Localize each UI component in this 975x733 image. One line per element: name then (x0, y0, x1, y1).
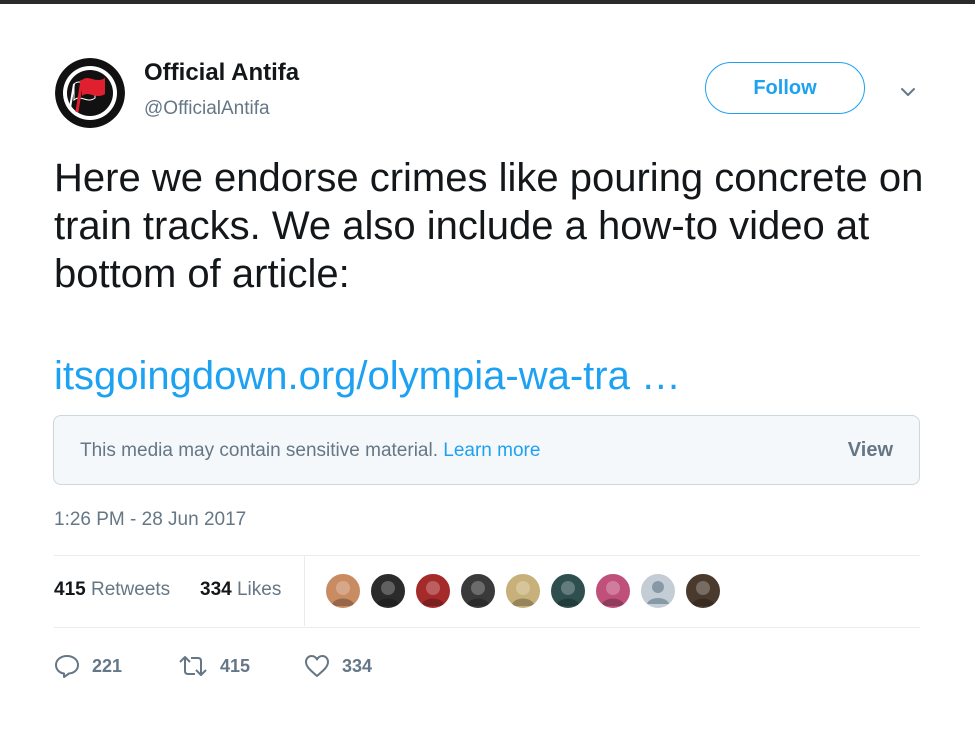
like-button[interactable]: 334 (304, 648, 372, 684)
liker-avatar-1[interactable] (324, 572, 362, 610)
retweet-icon (179, 656, 207, 676)
display-name[interactable]: Official Antifa (144, 59, 299, 87)
tweet-link[interactable]: itsgoingdown.org/olympia-wa-tra … (54, 352, 681, 400)
tweet-text: Here we endorse crimes like pouring conc… (54, 156, 924, 296)
reply-button[interactable]: 221 (54, 648, 122, 684)
tweet-stats: 415 Retweets 334 Likes (54, 556, 920, 626)
liker-avatar-8[interactable] (639, 572, 677, 610)
sensitive-message: This media may contain sensitive materia… (80, 440, 540, 462)
learn-more-link[interactable]: Learn more (443, 440, 540, 461)
heart-icon (305, 655, 329, 677)
view-button[interactable]: View (848, 439, 893, 462)
liker-avatar-3[interactable] (414, 572, 452, 610)
chevron-down-icon[interactable] (896, 80, 920, 104)
stats-divider (304, 556, 305, 626)
sensitive-text: This media may contain sensitive materia… (80, 440, 438, 461)
antifa-logo-icon (55, 58, 125, 128)
user-handle[interactable]: @OfficialAntifa (144, 98, 270, 120)
reply-icon (55, 655, 79, 678)
retweet-count: 415 (220, 655, 251, 676)
avatar[interactable] (55, 58, 125, 128)
retweets-count: 415 (54, 579, 86, 600)
follow-button[interactable]: Follow (705, 62, 865, 114)
top-bar (0, 0, 975, 4)
likes-stat[interactable]: 334 Likes (200, 579, 281, 601)
liker-avatar-7[interactable] (594, 572, 632, 610)
like-count: 334 (342, 655, 373, 676)
liker-avatar-5[interactable] (504, 572, 542, 610)
liker-avatar-6[interactable] (549, 572, 587, 610)
likes-count: 334 (200, 579, 232, 600)
divider (54, 627, 920, 628)
retweet-button[interactable]: 415 (178, 648, 250, 684)
tweet-timestamp[interactable]: 1:26 PM - 28 Jun 2017 (54, 509, 246, 531)
retweets-label: Retweets (90, 579, 171, 600)
likes-label: Likes (236, 579, 282, 600)
liker-avatar-9[interactable] (684, 572, 722, 610)
retweets-stat[interactable]: 415 Retweets (54, 579, 170, 601)
reply-count: 221 (92, 655, 123, 676)
liker-avatar-4[interactable] (459, 572, 497, 610)
liker-avatar-2[interactable] (369, 572, 407, 610)
sensitive-media-notice: This media may contain sensitive materia… (53, 415, 920, 485)
